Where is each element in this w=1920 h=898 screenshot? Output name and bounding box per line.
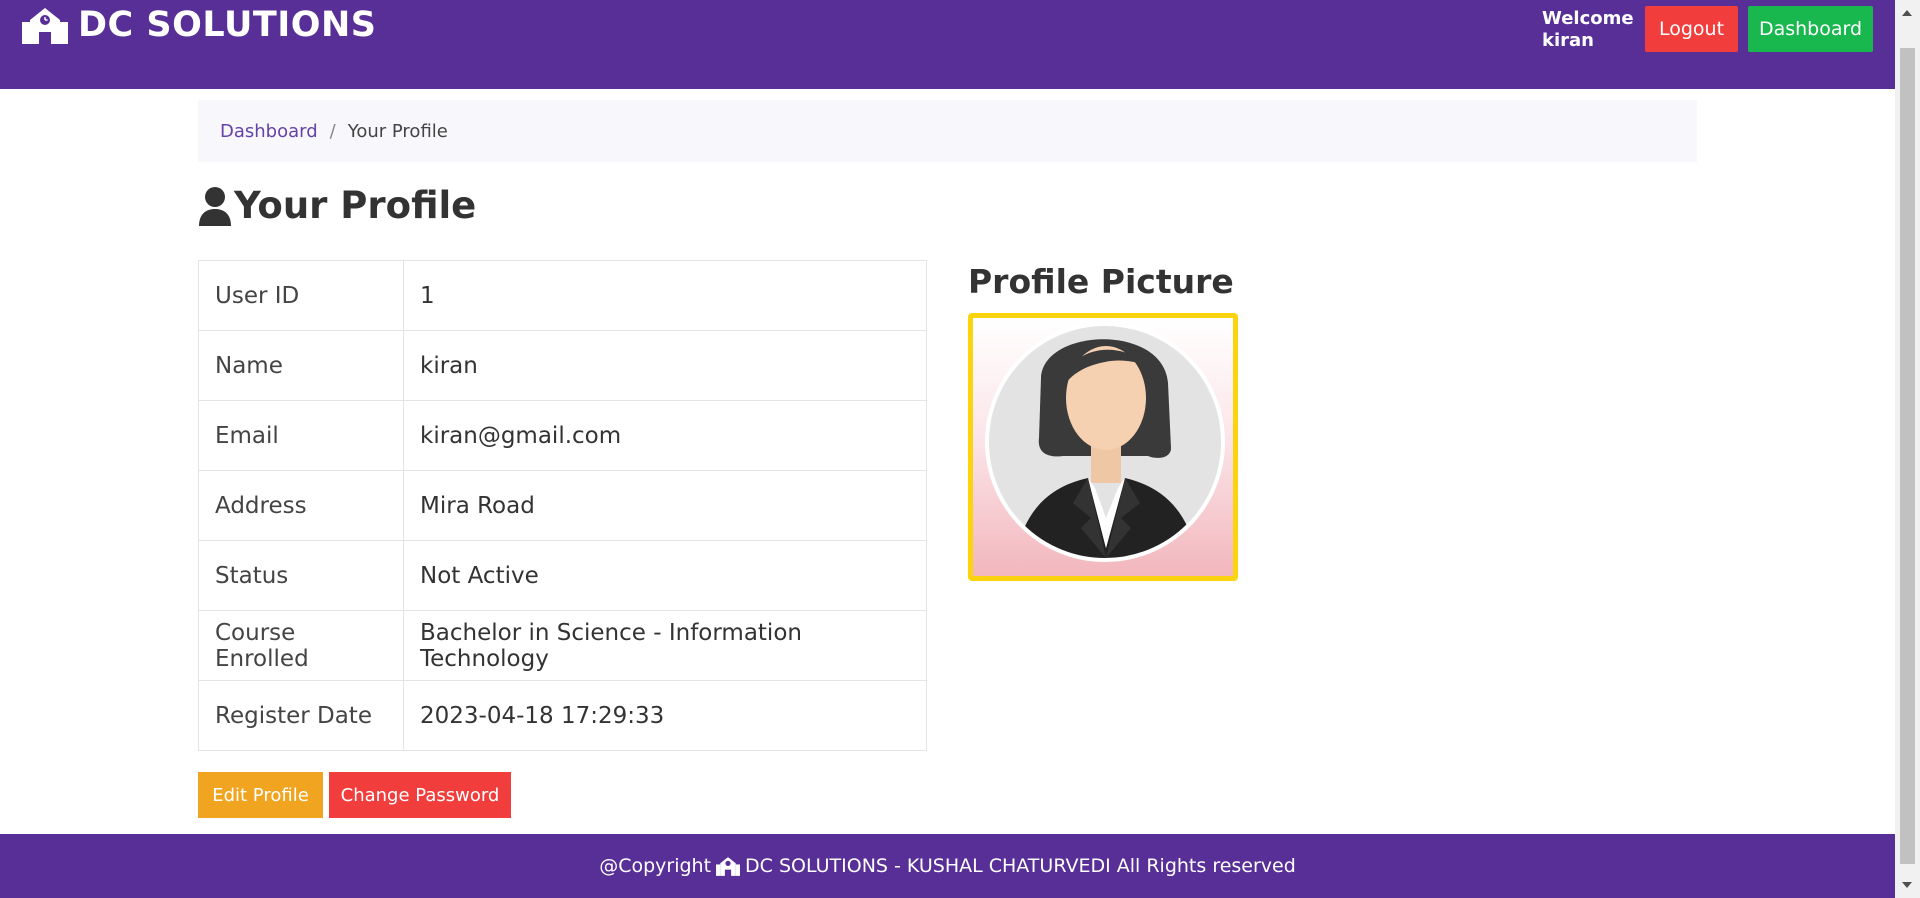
school-building-icon [716, 857, 740, 876]
school-building-icon [22, 8, 68, 44]
row-value: Not Active [403, 540, 927, 611]
row-value: kiran [403, 330, 927, 401]
footer-text: DC SOLUTIONS - KUSHAL CHATURVEDI All Rig… [745, 855, 1296, 877]
profile-picture [968, 313, 1238, 581]
vertical-scrollbar[interactable] [1895, 0, 1920, 898]
scroll-down-arrow-icon[interactable] [1902, 882, 1912, 888]
user-icon [199, 186, 231, 226]
row-value: kiran@gmail.com [403, 400, 927, 471]
row-label: Register Date [198, 680, 404, 751]
scrollbar-thumb[interactable] [1900, 48, 1915, 864]
row-label: User ID [198, 260, 404, 331]
page-title-text: Your Profile [234, 184, 477, 227]
table-row: Address Mira Road [198, 470, 927, 541]
row-label: Course Enrolled [198, 610, 404, 681]
table-row: Status Not Active [198, 540, 927, 611]
row-label: Status [198, 540, 404, 611]
table-row: Name kiran [198, 330, 927, 401]
avatar [985, 322, 1225, 562]
row-label: Name [198, 330, 404, 401]
scroll-up-arrow-icon[interactable] [1902, 10, 1912, 16]
profile-picture-heading: Profile Picture [968, 262, 1234, 301]
brand-name: DC SOLUTIONS [78, 5, 377, 45]
profile-table: User ID 1 Name kiran Email kiran@gmail.com Add… [198, 260, 927, 751]
table-row: Course Enrolled Bachelor in Science - Inf… [198, 610, 927, 681]
top-navbar: DC SOLUTIONS Welcome kiran Logout Dashbo… [0, 0, 1895, 89]
breadcrumb: Dashboard / Your Profile [198, 100, 1697, 162]
row-label: Address [198, 470, 404, 541]
dashboard-button[interactable]: Dashboard [1748, 6, 1873, 52]
breadcrumb-current: Your Profile [347, 120, 448, 142]
table-row: User ID 1 [198, 260, 927, 331]
table-row: Register Date 2023-04-18 17:29:33 [198, 680, 927, 751]
logout-button[interactable]: Logout [1645, 6, 1738, 52]
brand-logo[interactable]: DC SOLUTIONS [20, 4, 377, 46]
change-password-button[interactable]: Change Password [329, 772, 511, 818]
edit-profile-button[interactable]: Edit Profile [198, 772, 323, 818]
row-value: 2023-04-18 17:29:33 [403, 680, 927, 751]
table-row: Email kiran@gmail.com [198, 400, 927, 471]
row-value: Mira Road [403, 470, 927, 541]
row-label: Email [198, 400, 404, 471]
page-title: Your Profile [198, 184, 476, 227]
footer: @Copyright DC SOLUTIONS - KUSHAL CHATURV… [0, 834, 1895, 898]
footer-copyright-prefix: @Copyright [599, 855, 712, 877]
welcome-text: Welcome kiran [1542, 8, 1634, 51]
breadcrumb-separator: / [329, 120, 336, 142]
breadcrumb-dashboard-link[interactable]: Dashboard [220, 121, 318, 142]
row-value: 1 [403, 260, 927, 331]
row-value: Bachelor in Science - Information Techno… [403, 610, 927, 681]
page: DC SOLUTIONS Welcome kiran Logout Dashbo… [0, 0, 1895, 898]
